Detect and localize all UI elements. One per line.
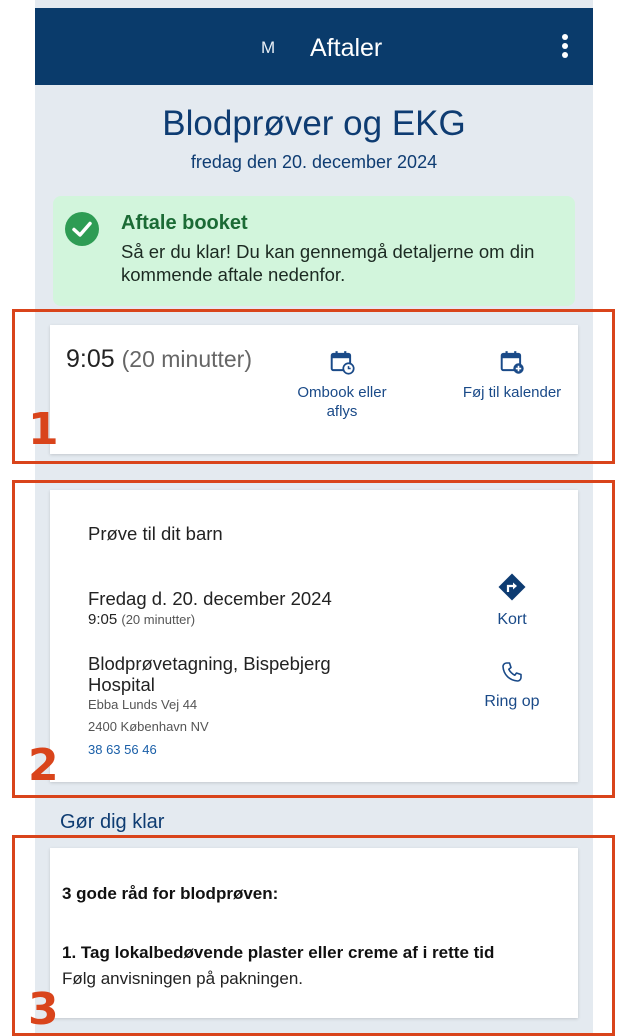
annotation-number-1: 1	[28, 404, 59, 455]
annotation-frame-2	[12, 480, 615, 798]
booking-confirmed-alert: Aftale booket Så er du klar! Du kan genn…	[53, 196, 575, 306]
page-date: fredag den 20. december 2024	[190, 152, 438, 172]
annotation-frame-1	[12, 309, 615, 464]
annotation-frame-3	[12, 835, 615, 1036]
avatar[interactable]: M	[261, 38, 275, 58]
prepare-section-title: Gør dig klar	[60, 811, 165, 833]
app-bar-title: Aftaler	[310, 34, 383, 62]
check-circle-icon	[65, 212, 99, 246]
alert-title: Aftale booket	[121, 212, 248, 234]
more-menu-icon[interactable]	[561, 34, 569, 60]
app-bar: M Aftaler	[35, 8, 593, 85]
alert-text: Så er du klar! Du kan gennemgå detaljern…	[121, 241, 535, 285]
annotation-number-2: 2	[28, 740, 59, 791]
annotation-number-3: 3	[28, 984, 59, 1035]
page-title: Blodprøver og EKG	[162, 104, 466, 143]
